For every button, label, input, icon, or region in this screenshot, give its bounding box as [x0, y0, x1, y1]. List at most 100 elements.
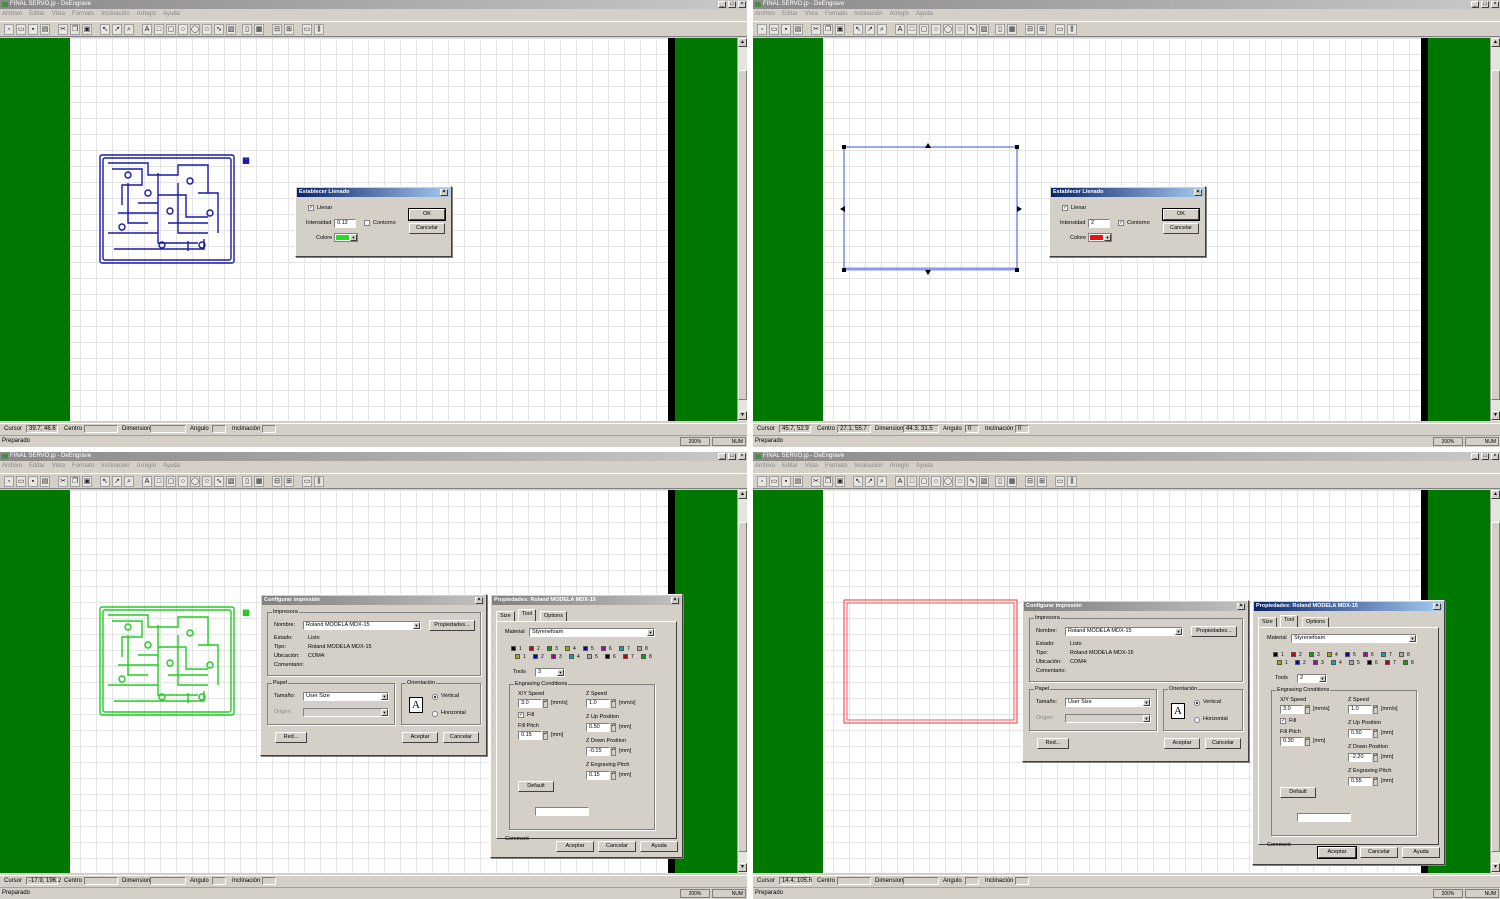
z-pitch-spinner[interactable]: ▴▾: [611, 771, 616, 780]
cut-icon[interactable]: ✂: [811, 24, 821, 35]
open-folder-icon[interactable]: ▭: [16, 476, 26, 487]
scroll-thumb[interactable]: [1491, 522, 1500, 852]
image-tool-icon[interactable]: ▧: [979, 24, 989, 35]
maximize-button[interactable]: □: [728, 453, 736, 460]
scroll-down-icon[interactable]: ▼: [738, 863, 747, 872]
align-icon[interactable]: ⊟: [1025, 24, 1035, 35]
pen-swatch[interactable]: [1363, 652, 1368, 657]
tab-options[interactable]: Options: [540, 611, 567, 621]
menu-ayuda[interactable]: Ayuda: [916, 11, 933, 17]
image-tool-icon[interactable]: ▧: [226, 24, 236, 35]
pen-swatch[interactable]: [551, 654, 556, 659]
menu-ayuda[interactable]: Ayuda: [916, 463, 933, 469]
z-speed-spinner[interactable]: ▴▾: [611, 699, 616, 708]
menu-vista[interactable]: Vista: [52, 463, 65, 469]
cut-icon[interactable]: ✂: [58, 24, 68, 35]
scroll-down-icon[interactable]: ▼: [738, 411, 747, 420]
horizontal-radio[interactable]: [432, 711, 438, 717]
node-edit-icon[interactable]: ↗: [865, 24, 875, 35]
scroll-thumb[interactable]: [738, 522, 747, 852]
fill-checkbox[interactable]: ✓: [1062, 205, 1068, 211]
fill-icon[interactable]: ▦: [254, 476, 264, 487]
help-button[interactable]: Ayuda: [640, 841, 678, 852]
pen-swatch[interactable]: [587, 654, 592, 659]
distribute-icon[interactable]: ⊞: [1037, 24, 1047, 35]
chevron-down-icon[interactable]: ▼: [1409, 635, 1416, 642]
menu-archivo[interactable]: Archivo: [755, 11, 775, 17]
xy-speed-input[interactable]: 3.0: [1280, 705, 1304, 714]
zoom-icon[interactable]: ⌕: [124, 476, 134, 487]
copy-icon[interactable]: ❐: [823, 24, 833, 35]
z-speed-input[interactable]: 1.0: [1348, 705, 1372, 714]
pen-swatch[interactable]: [1291, 652, 1296, 657]
copy-icon[interactable]: ❐: [823, 476, 833, 487]
pen-swatch[interactable]: [547, 646, 552, 651]
properties-button[interactable]: Propiedades...: [1191, 626, 1237, 637]
chevron-down-icon[interactable]: ▼: [647, 629, 654, 636]
color-picker[interactable]: ▼: [334, 233, 358, 242]
pen-swatch[interactable]: [1367, 660, 1372, 665]
scroll-thumb[interactable]: [738, 70, 747, 400]
vertical-scrollbar[interactable]: ▲ ▼: [1490, 490, 1500, 873]
fill-pitch-input[interactable]: 0.15: [518, 731, 542, 740]
properties-button[interactable]: Propiedades...: [429, 620, 475, 631]
paste-icon[interactable]: ▣: [835, 476, 845, 487]
tab-tool[interactable]: Tool: [1280, 615, 1299, 627]
open-folder-icon[interactable]: ▭: [769, 24, 779, 35]
chevron-down-icon[interactable]: ▼: [1143, 715, 1150, 722]
minimize-button[interactable]: _: [1471, 1, 1479, 8]
cut-icon[interactable]: ✂: [58, 476, 68, 487]
new-file-icon[interactable]: ▫: [4, 476, 14, 487]
scroll-down-icon[interactable]: ▼: [1491, 863, 1500, 872]
print-icon[interactable]: ▤: [40, 24, 50, 35]
open-folder-icon[interactable]: ▭: [769, 476, 779, 487]
cut-icon[interactable]: ✂: [811, 476, 821, 487]
ellipse-tool-icon[interactable]: ○: [931, 24, 941, 35]
pen-swatch[interactable]: [583, 646, 588, 651]
origin-select[interactable]: ▼: [1065, 714, 1151, 723]
paste-icon[interactable]: ▣: [835, 24, 845, 35]
contour-checkbox[interactable]: [364, 220, 370, 226]
close-icon[interactable]: ×: [671, 597, 679, 604]
menu-inclinacion[interactable]: Inclinación: [854, 11, 882, 17]
rectangle-tool-icon[interactable]: □: [154, 24, 164, 35]
color-picker[interactable]: ▼: [1088, 233, 1112, 242]
scroll-down-icon[interactable]: ▼: [1491, 411, 1500, 420]
pen-swatch[interactable]: [1385, 660, 1390, 665]
pen-swatch[interactable]: [1313, 660, 1318, 665]
vertical-radio[interactable]: [1194, 700, 1200, 706]
pen-swatch[interactable]: [1349, 660, 1354, 665]
menu-archivo[interactable]: Archivo: [2, 463, 22, 469]
maximize-button[interactable]: □: [728, 1, 736, 8]
xy-speed-spinner[interactable]: ▴▾: [543, 699, 548, 708]
scroll-up-icon[interactable]: ▲: [738, 38, 747, 47]
align-icon[interactable]: ⊟: [1025, 476, 1035, 487]
ok-button[interactable]: OK: [1162, 208, 1200, 221]
save-icon[interactable]: ▪: [28, 24, 38, 35]
pcb-layout-drawing[interactable]: [98, 605, 238, 717]
pen-swatch[interactable]: [637, 646, 642, 651]
menu-arreglo[interactable]: Arreglo: [137, 11, 156, 17]
menu-formato[interactable]: Formato: [72, 463, 94, 469]
menu-archivo[interactable]: Archivo: [755, 463, 775, 469]
pcb-layout-drawing[interactable]: [98, 153, 238, 265]
printer-select[interactable]: Roland MODELA MDX-15 ▼: [1065, 627, 1183, 636]
device-icon[interactable]: ⫼: [1067, 24, 1077, 35]
accept-button[interactable]: Aceptar: [402, 732, 438, 743]
pen-swatch[interactable]: [1277, 660, 1282, 665]
star-tool-icon[interactable]: ☆: [202, 24, 212, 35]
menu-vista[interactable]: Vista: [52, 11, 65, 17]
text-tool-icon[interactable]: A: [142, 24, 152, 35]
close-icon[interactable]: ×: [1194, 189, 1202, 196]
contour-checkbox[interactable]: ✓: [1118, 220, 1124, 226]
rounded-rect-tool-icon[interactable]: ▢: [166, 476, 176, 487]
menu-ayuda[interactable]: Ayuda: [163, 463, 180, 469]
engrave-icon[interactable]: ▯: [995, 24, 1005, 35]
printer-select[interactable]: Roland MODELA MDX-15 ▼: [303, 621, 421, 630]
fill-icon[interactable]: ▦: [1007, 476, 1017, 487]
comment-input[interactable]: [1297, 813, 1351, 822]
zoom-icon[interactable]: ⌕: [877, 476, 887, 487]
help-button[interactable]: Ayuda: [1402, 847, 1440, 858]
text-tool-icon[interactable]: A: [895, 476, 905, 487]
z-down-input[interactable]: -2.20: [1348, 753, 1372, 762]
